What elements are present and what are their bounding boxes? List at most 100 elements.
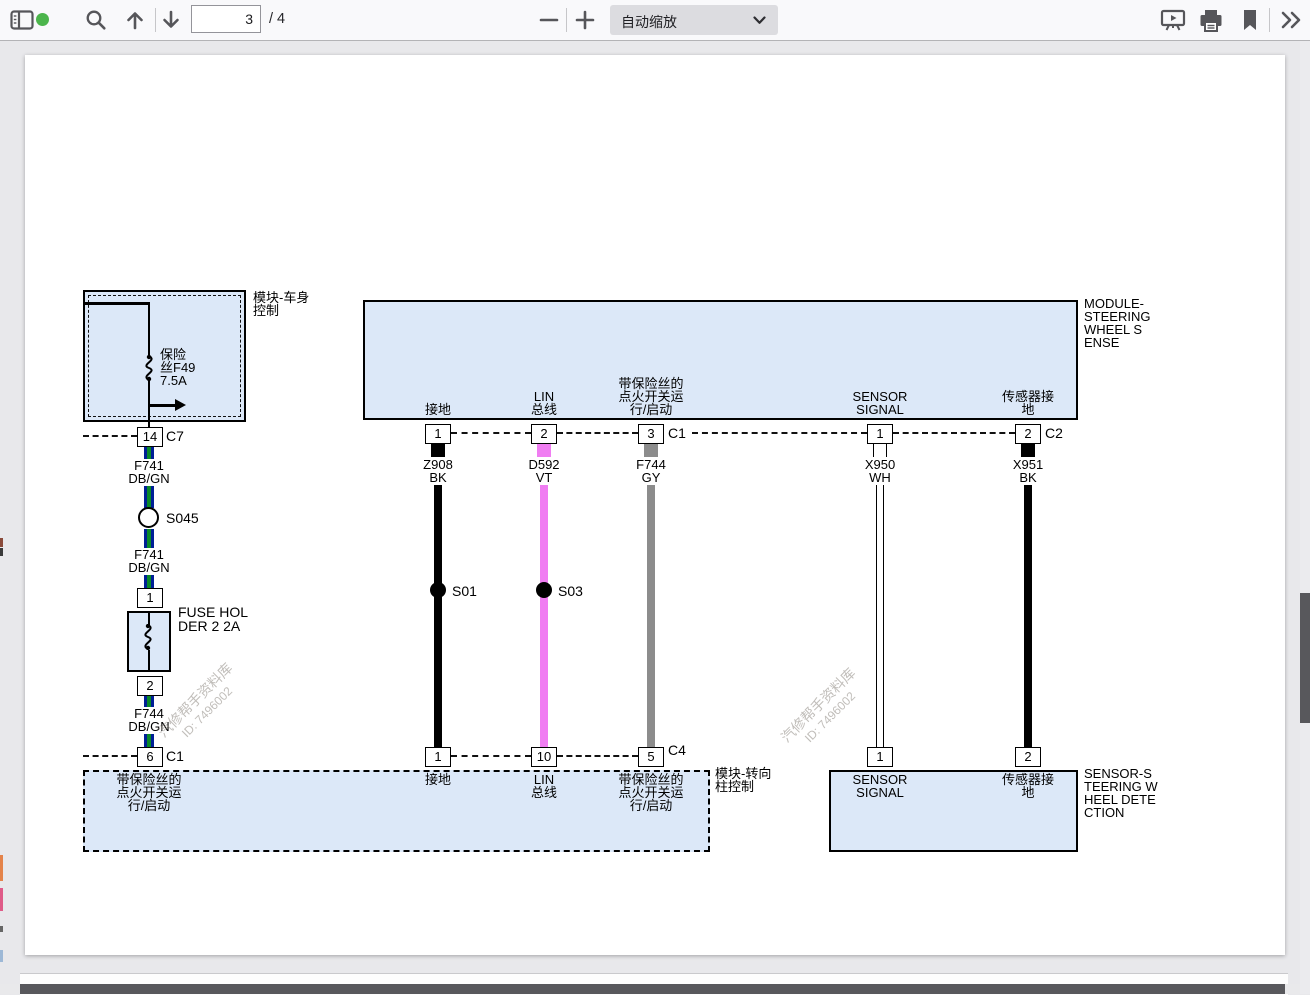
vertical-scrollbar[interactable] bbox=[1300, 41, 1310, 994]
connector-label: C4 bbox=[668, 744, 686, 758]
arrow-right-icon bbox=[175, 399, 186, 411]
splice-label: S01 bbox=[452, 585, 477, 599]
bookmark-button[interactable] bbox=[1240, 8, 1260, 38]
wire-color: WH bbox=[810, 471, 950, 485]
wire-f741-segment bbox=[144, 529, 154, 548]
connector-dash-line bbox=[557, 755, 638, 757]
wire-z908-segment bbox=[434, 485, 442, 747]
wire-x950-stub bbox=[873, 444, 887, 457]
find-button[interactable] bbox=[85, 9, 107, 36]
connector-dash-line bbox=[557, 432, 638, 434]
zoom-out-button[interactable] bbox=[538, 9, 560, 36]
internal-wire bbox=[148, 302, 151, 357]
more-tools-button[interactable] bbox=[1280, 9, 1304, 36]
module-name: 柱控制 bbox=[715, 780, 754, 794]
horizontal-scrollbar[interactable] bbox=[0, 984, 1310, 994]
connector-dash-line bbox=[692, 432, 867, 434]
pin-function-label: 行/启动 bbox=[79, 799, 219, 813]
wire-f744-gy-stub bbox=[644, 444, 658, 457]
pin-box: 2 bbox=[531, 424, 557, 444]
module-name: ENSE bbox=[1084, 336, 1119, 350]
wire-color: DB/GN bbox=[79, 472, 219, 486]
previous-page-button[interactable] bbox=[124, 9, 146, 36]
arrow-up-icon bbox=[124, 9, 146, 31]
minus-icon bbox=[538, 9, 560, 31]
toolbar-divider bbox=[1269, 8, 1270, 32]
toggle-sidebar-button[interactable] bbox=[10, 10, 40, 32]
fuse-symbol bbox=[137, 355, 161, 381]
pin-box: 1 bbox=[425, 424, 451, 444]
double-chevron-right-icon bbox=[1280, 9, 1304, 31]
page-number-input[interactable] bbox=[191, 5, 261, 33]
zoom-mode-label: 自动缩放 bbox=[621, 12, 677, 32]
arrow-down-icon bbox=[160, 9, 182, 31]
splice-label: S045 bbox=[166, 512, 199, 526]
printer-icon bbox=[1198, 8, 1224, 33]
chevron-down-icon bbox=[753, 16, 766, 25]
connector-label: C1 bbox=[668, 427, 686, 441]
wire-f741-segment bbox=[144, 575, 154, 588]
pin-box: 1 bbox=[425, 747, 451, 767]
search-icon bbox=[85, 9, 107, 31]
pin-function-label: 地 bbox=[958, 403, 1098, 417]
fuse-holder-label: DER 2 2A bbox=[178, 620, 240, 634]
page-edge-fragment bbox=[0, 950, 3, 962]
bookmark-icon bbox=[1240, 8, 1260, 33]
splice-label: S03 bbox=[558, 585, 583, 599]
vertical-scrollbar-thumb[interactable] bbox=[1300, 593, 1310, 723]
internal-wire bbox=[83, 302, 149, 305]
connector-dash-line bbox=[83, 435, 137, 437]
watermark: 汽修帮手资料库 ID: 7496002 bbox=[765, 652, 881, 768]
pin-box: 10 bbox=[531, 747, 557, 767]
page-edge-fragment bbox=[0, 855, 3, 881]
wire-f741-stub bbox=[144, 447, 154, 459]
print-button[interactable] bbox=[1198, 8, 1224, 38]
watermark-text: 汽修帮手资料库 bbox=[765, 652, 871, 758]
connector-dash-line bbox=[893, 432, 1015, 434]
module-name: 控制 bbox=[253, 304, 279, 318]
wire-f744-gy-segment bbox=[647, 485, 655, 747]
wire-color: DB/GN bbox=[79, 561, 219, 575]
zoom-mode-select[interactable]: 自动缩放 bbox=[610, 5, 778, 35]
sidebar-icon bbox=[10, 10, 34, 30]
presentation-mode-button[interactable] bbox=[1160, 8, 1186, 38]
pin-box: 5 bbox=[638, 747, 664, 767]
splice-s03 bbox=[536, 582, 552, 598]
wire-x950-segment bbox=[876, 485, 884, 747]
connector-label: C2 bbox=[1045, 427, 1063, 441]
pin-function-label: SIGNAL bbox=[810, 403, 950, 417]
connector-dash-line bbox=[451, 432, 531, 434]
connector-label: C7 bbox=[166, 430, 184, 444]
pin-box: 14 bbox=[137, 427, 163, 447]
zoom-in-button[interactable] bbox=[574, 9, 596, 36]
pin-box: 1 bbox=[867, 747, 893, 767]
next-page-button[interactable] bbox=[160, 9, 182, 36]
toolbar-divider bbox=[566, 8, 567, 32]
internal-wire bbox=[148, 404, 176, 407]
fuse-label: 7.5A bbox=[160, 374, 187, 388]
plus-icon bbox=[574, 9, 596, 31]
internal-wire bbox=[148, 650, 150, 670]
wire-z908-stub bbox=[431, 444, 445, 457]
pin-box: 3 bbox=[638, 424, 664, 444]
wire-x951-segment bbox=[1024, 485, 1032, 747]
pin-box: 2 bbox=[1015, 747, 1041, 767]
wire-color: BK bbox=[958, 471, 1098, 485]
page-edge-fragment bbox=[0, 926, 3, 932]
pdf-page-3: 保险 丝F49 7.5A 模块-车身 控制 14 C7 F741 DB/GN S… bbox=[25, 55, 1285, 955]
toolbar-divider bbox=[155, 8, 156, 32]
wire-d592-stub bbox=[537, 444, 551, 457]
page-count-label: / 4 bbox=[269, 11, 285, 27]
pdf-viewer-area: 保险 丝F49 7.5A 模块-车身 控制 14 C7 F741 DB/GN S… bbox=[0, 41, 1310, 994]
page-edge-fragment bbox=[0, 538, 3, 547]
pin-function-label: 地 bbox=[958, 786, 1098, 800]
pin-box: 2 bbox=[1015, 424, 1041, 444]
pin-function-label: 行/启动 bbox=[581, 799, 721, 813]
pin-function-label: 行/启动 bbox=[581, 403, 721, 417]
splice-s045 bbox=[138, 507, 159, 528]
presentation-icon bbox=[1160, 8, 1186, 33]
horizontal-scrollbar-thumb[interactable] bbox=[20, 984, 1285, 994]
pin-box: 1 bbox=[867, 424, 893, 444]
pdf-toolbar: / 4 自动缩放 bbox=[0, 0, 1310, 41]
pin-box: 2 bbox=[137, 676, 163, 696]
